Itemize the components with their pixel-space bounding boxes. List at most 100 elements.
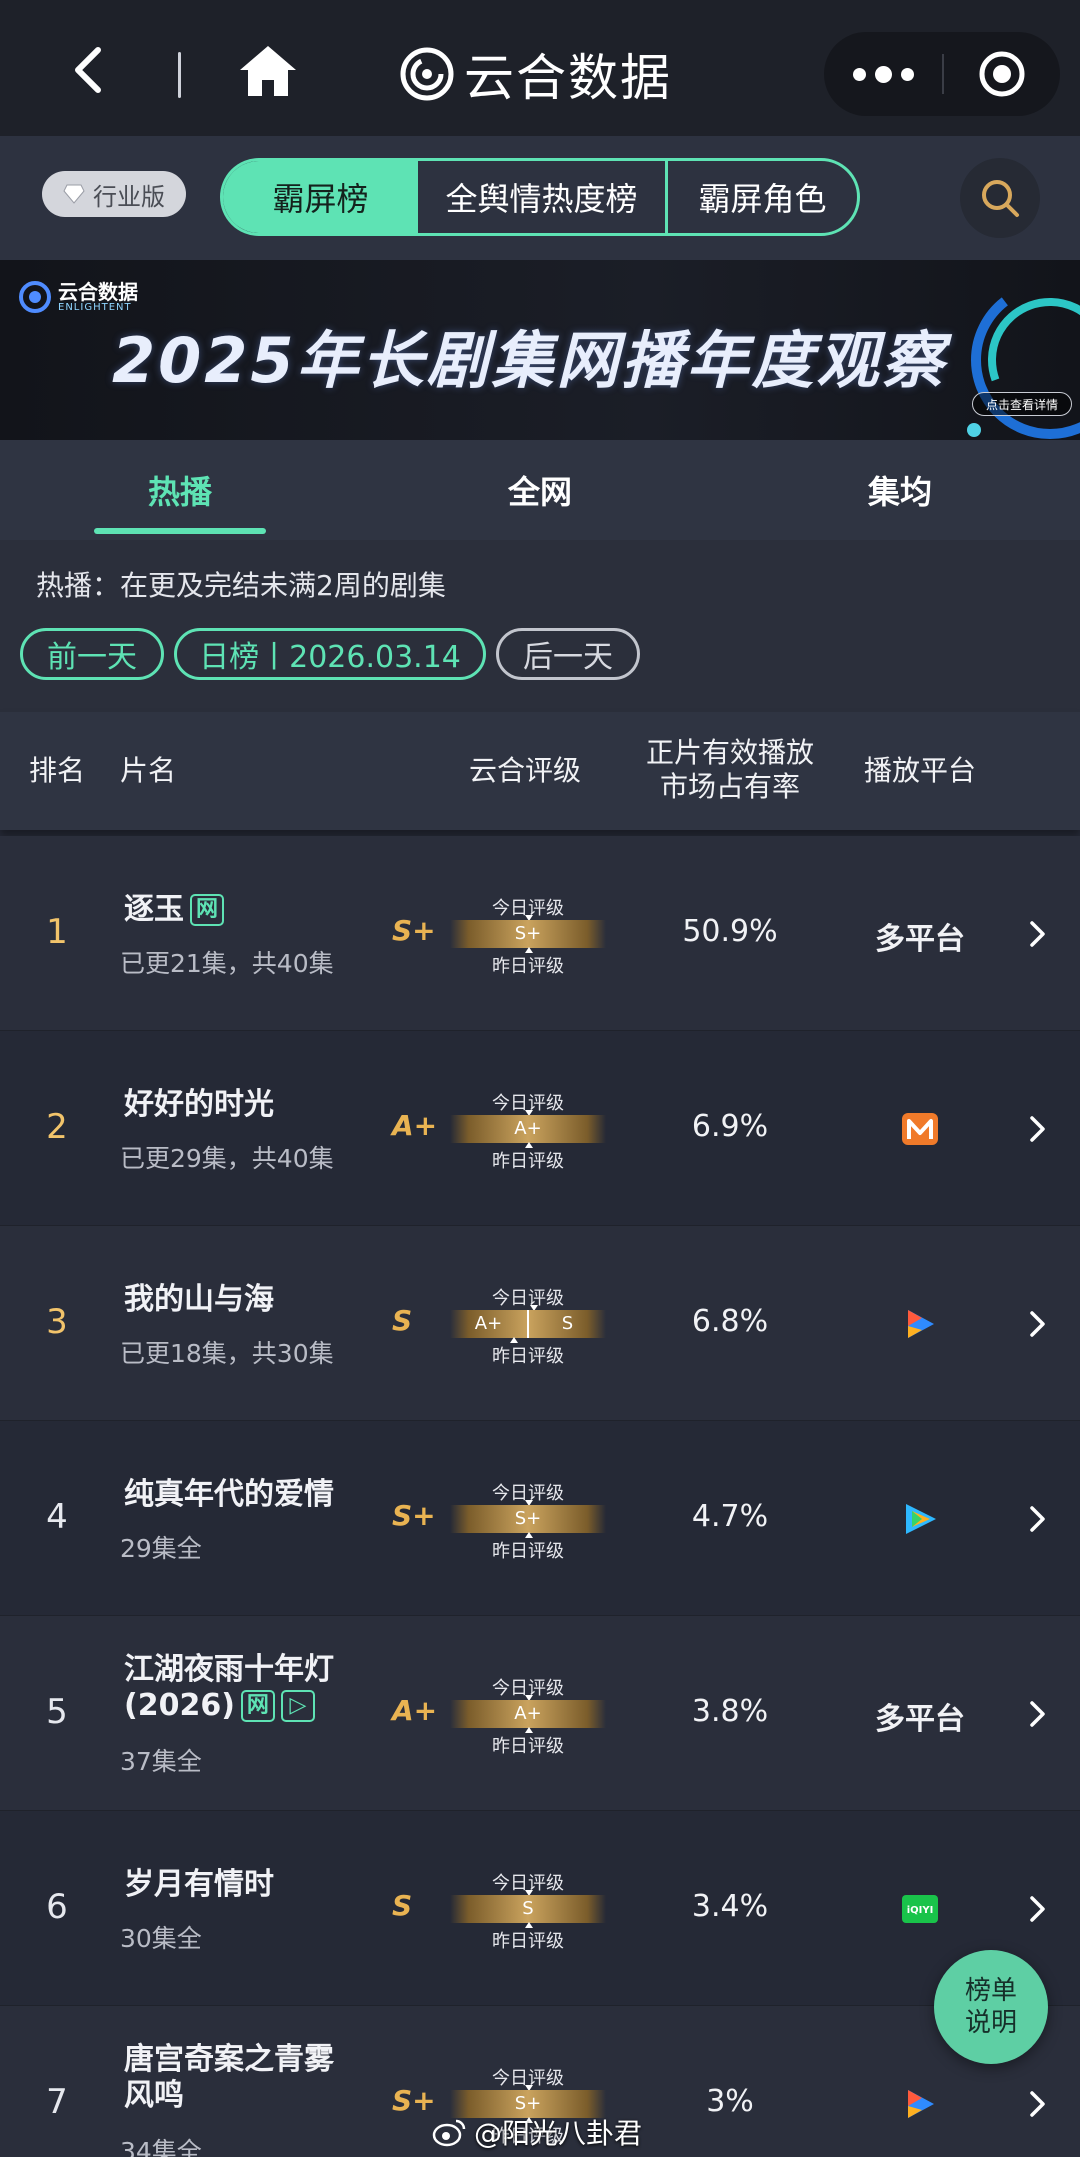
date-selector[interactable]: 日榜丨2026.03.14 [174,628,486,680]
app-title-text: 云合数据 [464,49,672,107]
web-drama-tag: 网 [240,1690,275,1722]
rank-number: 2 [46,1106,68,1147]
drama-title: 逐玉 [124,891,184,927]
top-navigation-bar: 云合数据 [0,0,1080,136]
segment-public-opinion[interactable]: 全舆情热度榜 [418,161,668,233]
drama-title-block: 江湖夜雨十年灯 (2026) 网 ▷ [124,1652,334,1724]
drama-title-block: 岁月有情时 [124,1867,274,1903]
yesterday-grade-label: 昨日评级 [492,1735,564,1757]
rank-number: 4 [46,1496,68,1537]
grade-bar: A+ S [450,1309,606,1338]
drama-title: 我的山与海 [124,1281,274,1317]
header-platform: 播放平台 [863,754,976,787]
prev-day-button[interactable]: 前一天 [20,628,164,680]
youku-icon [900,1304,940,1344]
table-row[interactable]: 2 好好的时光 已更29集，共40集 A+ 今日评级 A+ 昨日评级 6.9% [0,1031,1080,1226]
banner-cta-button[interactable]: 点击查看详情 [972,392,1072,416]
market-share-value: 4.7% [691,1498,769,1534]
header-title: 片名 [120,754,177,787]
table-row[interactable]: 4 纯真年代的爱情 29集全 S+ 今日评级 S+ 昨日评级 4.7% [0,1421,1080,1616]
tab-per-episode[interactable]: 集均 [720,440,1080,540]
back-arrow-icon[interactable] [60,40,120,100]
grade-gauge: 今日评级 A+ S 昨日评级 [450,1284,606,1367]
chevron-right-icon[interactable] [1024,2089,1050,2119]
drama-title-line2: 风鸣 [124,2077,184,2113]
ranking-type-bar: 行业版 霸屏榜 全舆情热度榜 霸屏角色 [0,136,1080,260]
platform-text: 多平台 [875,1701,965,1737]
rank-number: 7 [46,2081,68,2122]
grade-bar: S+ [450,919,606,948]
grade-gauge: 今日评级 S+ 昨日评级 [450,1479,606,1562]
grade-bar: A+ [450,1114,606,1143]
drama-title: 好好的时光 [124,1086,274,1122]
next-day-button[interactable]: 后一天 [496,628,640,680]
today-grade-value: S [561,1313,574,1334]
chevron-right-icon[interactable] [1024,1114,1050,1144]
note-and-date-area: 热播：在更及完结未满2周的剧集 前一天 日榜丨2026.03.14 后一天 [0,540,1080,712]
home-icon[interactable] [236,40,300,100]
market-share-value: 6.8% [691,1303,769,1339]
ranking-segment-control: 霸屏榜 全舆情热度榜 霸屏角色 [220,158,860,236]
ranking-explain-button[interactable]: 榜单 说明 [934,1950,1048,2064]
grade-bar: A+ [450,1699,606,1728]
yesterday-grade-label: 昨日评级 [492,1345,564,1367]
today-grade-label: 今日评级 [492,1287,564,1309]
tab-all-network[interactable]: 全网 [360,440,720,540]
segment-bapingbang[interactable]: 霸屏榜 [223,161,418,233]
episode-info: 34集全 [120,2136,202,2157]
yesterday-grade-label: 昨日评级 [492,955,564,977]
table-row[interactable]: 3 我的山与海 已更18集，共30集 S 今日评级 A+ S 昨日评级 6.8% [0,1226,1080,1421]
ranking-list: 1 逐玉网已更21集，共40集 S+ 今日评级 S+ 昨日评级 50.9% 多平台 2 好… [0,836,1080,2157]
chevron-right-icon[interactable] [1024,1894,1050,1924]
grade-gauge: 今日评级 S+ 昨日评级 [450,894,606,977]
episode-info: 37集全 [120,1746,202,1776]
annual-report-banner[interactable]: 云合数据 ENLIGHTENT 2025年长剧集网播年度观察 点击查看详情 [0,260,1080,440]
category-tabs: 热播 全网 集均 [0,440,1080,540]
rank-number: 5 [46,1691,68,1732]
chevron-right-icon[interactable] [1024,919,1050,949]
grade-gauge: 今日评级 S 昨日评级 [450,1869,606,1952]
table-row[interactable]: 6 岁月有情时 30集全 S 今日评级 S 昨日评级 3.4% iQIYI [0,1811,1080,2006]
grade-gauge: 今日评级 A+ 昨日评级 [450,1089,606,1172]
edition-badge[interactable]: 行业版 [42,171,186,217]
search-icon [982,180,1019,217]
chevron-right-icon[interactable] [1024,1504,1050,1534]
drama-title: 岁月有情时 [124,1866,274,1902]
today-grade-value: S [522,1898,534,1919]
banner-logo-cn: 云合数据 [58,279,138,304]
chevron-right-icon[interactable] [1024,1699,1050,1729]
grade-label: S+ [392,1498,436,1532]
table-row[interactable]: 5 江湖夜雨十年灯 (2026) 网 ▷ 37集全 A+ 今日评级 A+ 昨日评级 3.8%… [0,1616,1080,1811]
grade-gauge: 今日评级 A+ 昨日评级 [450,1674,606,1757]
market-share-value: 6.9% [691,1108,769,1144]
banner-logo: 云合数据 ENLIGHTENT [18,280,138,314]
drama-title: 唐宫奇案之青雾 [124,2041,334,2077]
rank-number: 3 [46,1301,68,1342]
market-share-value: 3% [706,2083,754,2119]
tencent-video-icon [900,1499,940,1539]
weibo-icon [432,2119,466,2147]
grade-label: S+ [392,913,436,947]
target-close-icon[interactable] [944,32,1060,116]
chevron-right-icon[interactable] [1024,1309,1050,1339]
web-drama-tag: 网 [190,894,224,926]
fab-label-line1: 榜单 [964,1976,1017,2006]
segment-roles[interactable]: 霸屏角色 [668,161,857,233]
table-row[interactable]: 1 逐玉网已更21集，共40集 S+ 今日评级 S+ 昨日评级 50.9% 多平台 [0,836,1080,1031]
drama-title-block: 唐宫奇案之青雾 风鸣 [124,2042,334,2114]
header-grade: 云合评级 [468,754,581,787]
weibo-watermark: @阳光八卦君 [432,2112,642,2152]
grade-label: S [392,1888,413,1922]
search-button[interactable] [960,158,1040,238]
rank-number: 6 [46,1886,68,1927]
more-dots-icon[interactable] [824,32,942,116]
market-share-value: 3.4% [691,1888,769,1924]
today-grade-value: A+ [514,1118,542,1139]
drama-title: 江湖夜雨十年灯 [124,1651,334,1687]
yunhe-logo-icon [19,281,51,313]
drama-title-block: 逐玉网 [124,892,224,928]
today-grade-value: S+ [514,1508,542,1529]
hot-airing-note: 热播：在更及完结未满2周的剧集 [36,569,446,602]
tab-hot-airing[interactable]: 热播 [0,440,360,540]
diamond-icon [63,184,85,204]
